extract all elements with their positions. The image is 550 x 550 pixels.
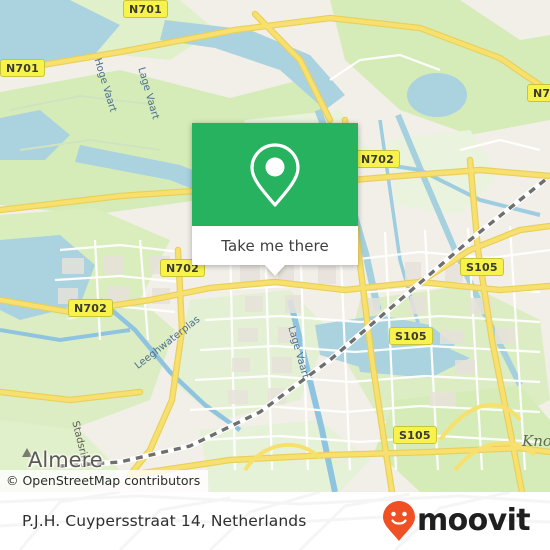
footer-bar: P.J.H. Cuypersstraat 14, Netherlands moo…	[0, 492, 550, 550]
road-shield-s105-lower[interactable]: S105	[393, 426, 437, 444]
osm-attribution[interactable]: © OpenStreetMap contributors	[0, 470, 209, 492]
moovit-location-card: N701 N701 N70 N702 N702 N702 S105 S105 S…	[0, 0, 550, 550]
callout-button-label: Take me there	[221, 236, 329, 255]
moovit-smiley-pin-icon	[382, 501, 415, 541]
location-address: P.J.H. Cuypersstraat 14, Netherlands	[22, 512, 307, 530]
moovit-wordmark: moovit	[416, 503, 531, 538]
road-shield-n702-left[interactable]: N702	[68, 299, 113, 317]
moovit-logo[interactable]: moovit	[382, 500, 531, 542]
road-shield-s105-mid[interactable]: S105	[389, 327, 433, 345]
road-shield-n701-left[interactable]: N701	[0, 59, 45, 77]
map-pin-icon	[250, 142, 300, 207]
callout-button[interactable]: Take me there	[192, 226, 358, 276]
place-label-knooppunt: Kno	[522, 432, 550, 450]
take-me-there-callout[interactable]: Take me there	[192, 123, 358, 276]
road-shield-n701-top[interactable]: N701	[123, 0, 168, 18]
road-shield-n702-mid[interactable]: N702	[355, 150, 400, 168]
city-label-almere: Almere	[28, 448, 103, 472]
road-shield-s105-upper[interactable]: S105	[460, 258, 504, 276]
callout-icon-area	[192, 123, 358, 226]
callout-pointer	[265, 265, 285, 276]
road-shield-n70-right[interactable]: N70	[527, 84, 550, 102]
